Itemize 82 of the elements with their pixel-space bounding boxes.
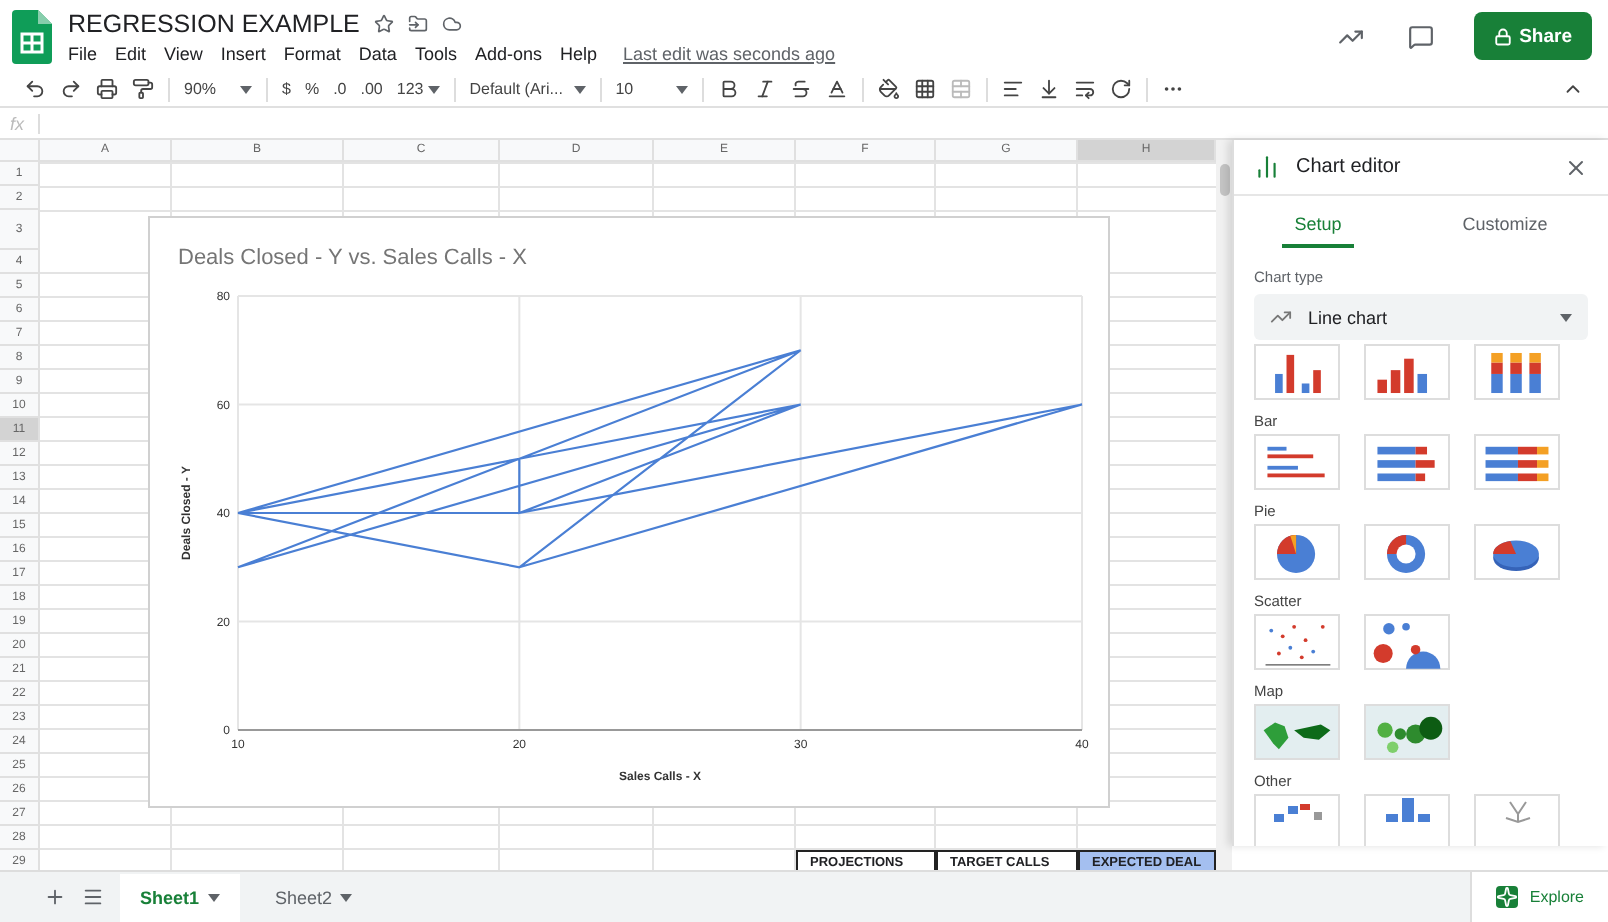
menu-item[interactable]: File	[68, 43, 98, 63]
chart-type-preview-icon	[1383, 796, 1431, 824]
chart-title: Deals Closed - Y vs. Sales Calls - X	[178, 246, 527, 270]
explore-icon	[1495, 886, 1518, 908]
menu-item[interactable]: Format	[283, 43, 341, 63]
bold-icon[interactable]	[717, 78, 740, 100]
tab[interactable]: Setup	[1282, 208, 1354, 248]
chart-type-option[interactable]	[1254, 794, 1340, 846]
tab[interactable]: Customize	[1450, 208, 1560, 248]
menu-item[interactable]: Insert	[220, 43, 266, 63]
currency-format-button[interactable]: $	[282, 80, 291, 98]
chart-type-preview-icon	[1503, 800, 1531, 824]
percent-format-button[interactable]: %	[304, 80, 320, 98]
text-rotation-icon[interactable]	[1109, 78, 1132, 100]
chart-type-select[interactable]: Line chart	[1254, 294, 1588, 340]
borders-icon[interactable]	[913, 78, 936, 100]
chart-type-option[interactable]	[1364, 704, 1450, 760]
chart-type-option[interactable]	[1254, 434, 1340, 490]
star-icon[interactable]	[373, 13, 394, 33]
share-button[interactable]: Share	[1473, 12, 1592, 60]
menu-item[interactable]: Add-ons	[474, 43, 542, 63]
chart-type-option[interactable]	[1364, 344, 1450, 400]
sheet-tab[interactable]: Sheet2	[255, 873, 373, 921]
chart-type-option[interactable]	[1364, 434, 1450, 490]
menu-item[interactable]: Help	[559, 43, 597, 63]
caret-icon	[340, 893, 353, 901]
line-chart-icon	[1270, 306, 1292, 328]
close-icon[interactable]	[1564, 155, 1588, 179]
menu-item[interactable]: Edit	[115, 43, 147, 63]
cloud-icon[interactable]	[441, 13, 462, 33]
chart-type-option[interactable]	[1254, 524, 1340, 580]
last-edit-link[interactable]: Last edit was seconds ago	[623, 43, 836, 63]
fill-color-icon[interactable]	[877, 78, 900, 100]
explore-button[interactable]: Explore	[1469, 871, 1608, 922]
chart-type-option[interactable]	[1364, 524, 1450, 580]
document-title[interactable]: REGRESSION EXAMPLE	[68, 9, 360, 37]
text-wrap-icon[interactable]	[1073, 78, 1096, 100]
folder-icon[interactable]	[407, 13, 428, 33]
add-sheet-icon[interactable]	[44, 886, 66, 908]
strikethrough-icon[interactable]	[789, 78, 812, 100]
font-select[interactable]: Default (Ari...	[469, 80, 586, 98]
more-formats-select[interactable]: 123	[396, 80, 440, 98]
formula-label: fx	[0, 113, 40, 133]
font-size-select[interactable]: 10	[615, 80, 688, 98]
text-color-icon[interactable]	[825, 78, 848, 100]
sheet-list-icon[interactable]	[82, 886, 104, 908]
merge-cells-icon[interactable]	[949, 78, 972, 100]
caret-icon	[573, 85, 586, 93]
redo-icon[interactable]	[60, 78, 82, 100]
sheets-logo-icon[interactable]	[12, 9, 52, 63]
undo-icon[interactable]	[24, 78, 46, 100]
chart-icon	[1254, 154, 1280, 180]
caret-icon	[207, 893, 220, 901]
align-left-icon[interactable]	[1001, 78, 1024, 100]
chart-type-option[interactable]	[1364, 794, 1450, 846]
chart-type-preview-icon	[1271, 802, 1323, 824]
chart-type-option[interactable]	[1254, 704, 1340, 760]
chart-type-option[interactable]	[1364, 614, 1450, 670]
print-icon[interactable]	[96, 78, 118, 100]
chart-type-option[interactable]	[1474, 524, 1560, 580]
menu-item[interactable]: Data	[358, 43, 397, 63]
comment-icon[interactable]	[1407, 23, 1434, 49]
sheet-tab[interactable]: Sheet1	[120, 873, 240, 921]
italic-icon[interactable]	[753, 78, 776, 100]
increase-decimals-button[interactable]: .00	[360, 80, 383, 98]
caret-icon	[1560, 313, 1572, 321]
paint-format-icon[interactable]	[132, 78, 154, 100]
caret-icon	[675, 85, 688, 93]
scrollbar-thumb[interactable]	[1219, 164, 1229, 196]
chart-type-option[interactable]	[1254, 344, 1340, 400]
panel-title: Chart editor	[1296, 156, 1403, 178]
caret-icon	[240, 85, 252, 93]
menu-item[interactable]: Tools	[414, 43, 457, 63]
menu-item[interactable]: View	[164, 43, 203, 63]
decrease-decimals-button[interactable]: .0	[333, 80, 347, 98]
chart-type-option[interactable]	[1474, 434, 1560, 490]
chart-type-option[interactable]	[1474, 344, 1560, 400]
caret-icon	[427, 85, 440, 93]
vertical-align-icon[interactable]	[1037, 78, 1060, 100]
zoom-select[interactable]: 90%	[184, 80, 252, 98]
lock-icon	[1493, 27, 1512, 45]
chart-type-option[interactable]	[1254, 614, 1340, 670]
